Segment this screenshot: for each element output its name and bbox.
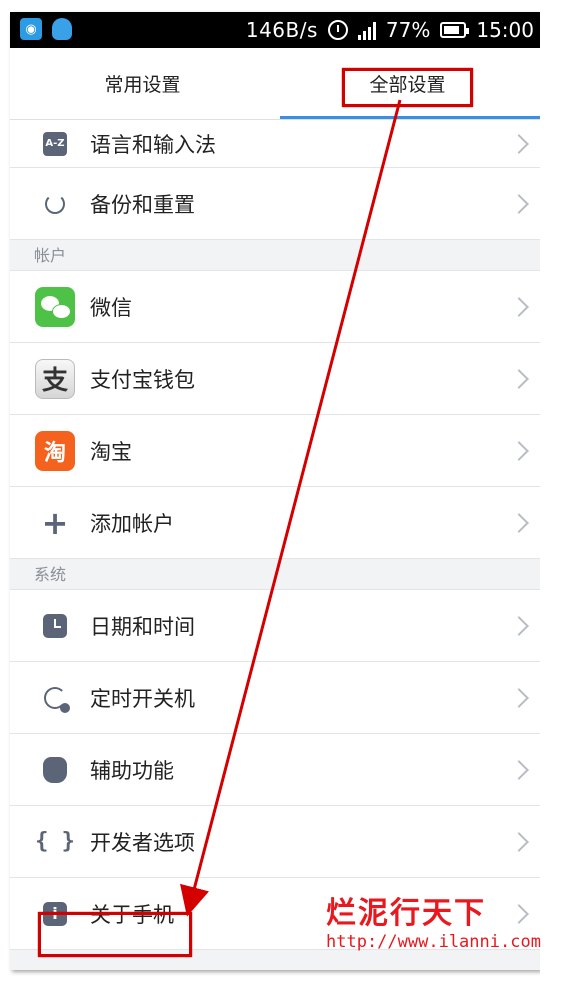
settings-item-backup[interactable]: 备份和重置 bbox=[10, 168, 540, 240]
settings-item-label: 语言和输入法 bbox=[90, 132, 216, 157]
chevron-right-icon bbox=[509, 296, 529, 317]
hand-icon bbox=[43, 756, 67, 783]
settings-item-label: 添加帐户 bbox=[90, 511, 174, 536]
settings-item-taobao[interactable]: 淘 淘宝 bbox=[10, 415, 540, 487]
settings-item-language[interactable]: A-Z 语言和输入法 bbox=[10, 120, 540, 168]
language-az-icon: A-Z bbox=[43, 131, 67, 156]
app-notification-icon: ◉ bbox=[20, 18, 42, 40]
battery-icon bbox=[440, 22, 470, 38]
power-timer-icon bbox=[44, 686, 70, 713]
reset-icon bbox=[45, 193, 65, 214]
alarm-icon bbox=[327, 20, 348, 40]
chevron-right-icon bbox=[509, 368, 529, 389]
settings-item-label: 定时开关机 bbox=[90, 686, 195, 711]
settings-item-accessibility[interactable]: 辅助功能 bbox=[10, 734, 540, 806]
battery-percentage: 77% bbox=[385, 18, 431, 42]
qq-penguin-icon bbox=[52, 18, 72, 40]
settings-item-label: 日期和时间 bbox=[90, 614, 195, 639]
settings-item-alipay[interactable]: 支 支付宝钱包 bbox=[10, 343, 540, 415]
settings-item-label: 淘宝 bbox=[90, 439, 132, 464]
site-watermark: 烂泥行天下 http://www.ilanni.com bbox=[326, 888, 546, 958]
plus-icon: + bbox=[41, 503, 69, 542]
braces-icon: { } bbox=[35, 829, 75, 854]
section-header-accounts: 帐户 bbox=[10, 240, 540, 271]
chevron-right-icon bbox=[509, 133, 529, 154]
settings-item-scheduled-power[interactable]: 定时开关机 bbox=[10, 662, 540, 734]
chevron-right-icon bbox=[509, 615, 529, 636]
torn-edge bbox=[540, 0, 565, 985]
settings-item-add-account[interactable]: + 添加帐户 bbox=[10, 487, 540, 559]
settings-item-label: 微信 bbox=[90, 295, 132, 320]
chevron-right-icon bbox=[509, 831, 529, 852]
chevron-right-icon bbox=[509, 440, 529, 461]
annotation-box-about-phone bbox=[38, 912, 192, 957]
settings-item-label: 辅助功能 bbox=[90, 758, 174, 783]
settings-item-label: 备份和重置 bbox=[90, 192, 195, 217]
taobao-icon: 淘 bbox=[35, 430, 75, 471]
clock-icon bbox=[43, 613, 67, 638]
settings-item-wechat[interactable]: 微信 bbox=[10, 271, 540, 343]
settings-item-label: 开发者选项 bbox=[90, 830, 195, 855]
settings-item-label: 支付宝钱包 bbox=[90, 367, 195, 392]
settings-list: A-Z 语言和输入法 备份和重置 帐户 微信 支 支付宝钱包 淘 淘宝 + 添加… bbox=[10, 120, 540, 950]
chevron-right-icon bbox=[509, 193, 529, 214]
chevron-right-icon bbox=[509, 759, 529, 780]
phone-screen: ◉ 146B/s 77% 15:00 常用设置 全部设置 A-Z 语言和输入法 … bbox=[10, 12, 540, 970]
tab-common-settings[interactable]: 常用设置 bbox=[10, 48, 275, 119]
section-header-system: 系统 bbox=[10, 559, 540, 590]
settings-item-datetime[interactable]: 日期和时间 bbox=[10, 590, 540, 662]
active-tab-indicator bbox=[280, 116, 540, 119]
settings-item-developer[interactable]: { } 开发者选项 bbox=[10, 806, 540, 878]
alipay-icon: 支 bbox=[35, 358, 75, 399]
clock-time: 15:00 bbox=[476, 18, 534, 42]
network-speed: 146B/s bbox=[245, 18, 318, 42]
chevron-right-icon bbox=[509, 687, 529, 708]
annotation-box-all-settings bbox=[342, 68, 473, 107]
watermark-url: http://www.ilanni.com bbox=[326, 932, 541, 952]
status-bar: ◉ 146B/s 77% 15:00 bbox=[10, 12, 540, 48]
wechat-icon bbox=[35, 286, 75, 327]
watermark-title: 烂泥行天下 bbox=[326, 896, 486, 931]
chevron-right-icon bbox=[509, 512, 529, 533]
signal-icon bbox=[357, 20, 376, 40]
